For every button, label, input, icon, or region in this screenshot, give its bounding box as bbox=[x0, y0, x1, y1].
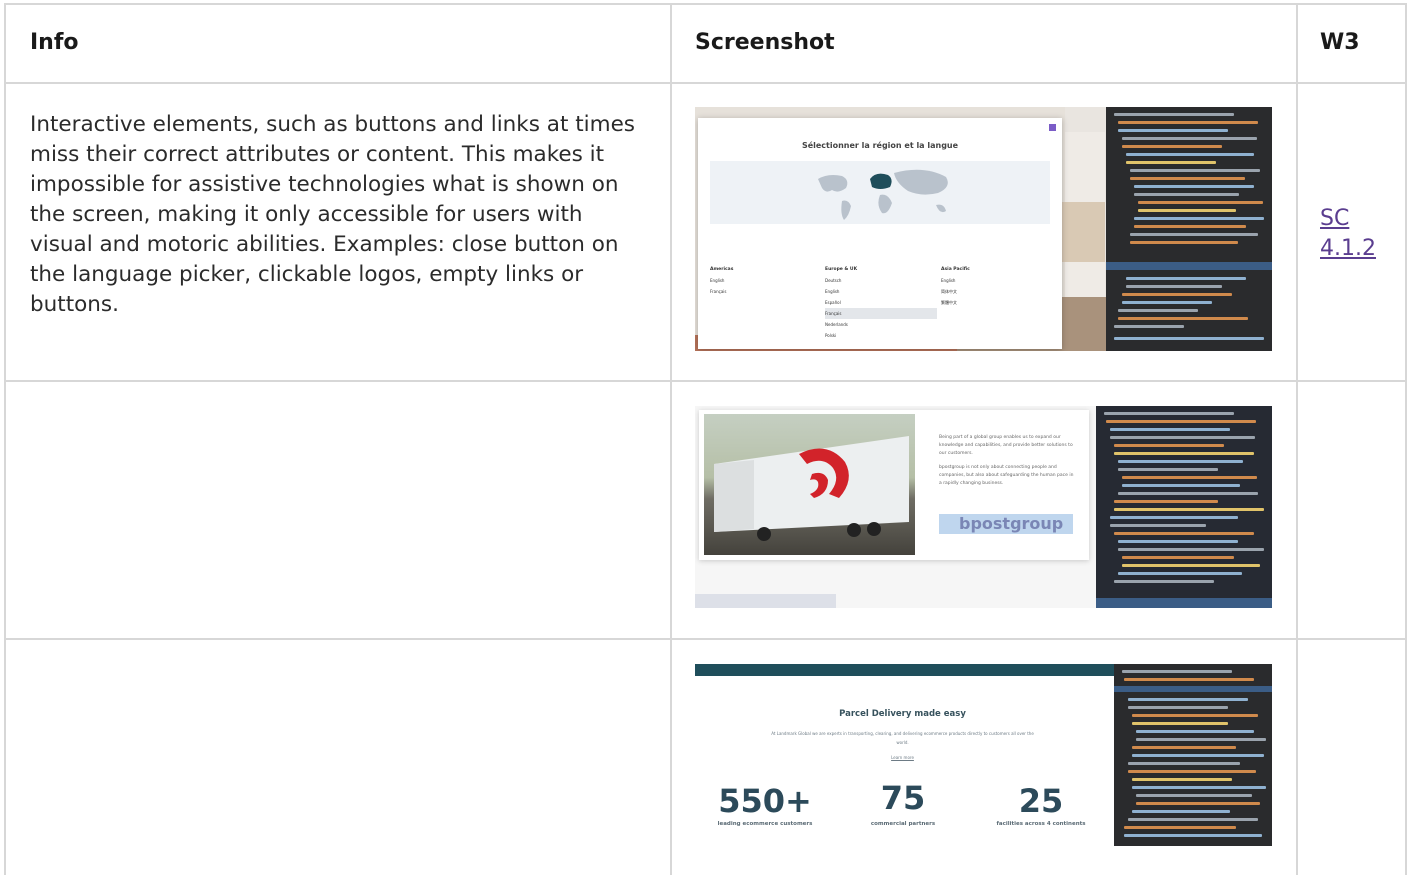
w3-sc-link[interactable]: SC 4.1.2 bbox=[1320, 204, 1390, 264]
language-option[interactable]: Français bbox=[710, 289, 727, 294]
language-option[interactable]: Polski bbox=[825, 333, 836, 338]
language-option[interactable]: English bbox=[825, 289, 839, 294]
table-border-left bbox=[4, 3, 6, 875]
page-footer-strip bbox=[695, 594, 836, 608]
card-paragraph: Being part of a global group enables us … bbox=[939, 435, 1073, 456]
language-option[interactable]: Nederlands bbox=[825, 322, 848, 327]
truck-photo bbox=[704, 414, 915, 555]
table-border-top bbox=[5, 3, 1406, 5]
page-header-bar bbox=[695, 664, 1115, 676]
header-info: Info bbox=[30, 30, 79, 55]
region-americas: Americas English Français bbox=[710, 263, 733, 297]
language-modal: Sélectionner la région et la langue Amer… bbox=[698, 118, 1062, 349]
accessibility-table: Info Screenshot W3 Interactive elements,… bbox=[0, 0, 1411, 875]
stat-label: facilities across 4 continents bbox=[996, 821, 1086, 827]
language-option[interactable]: Español bbox=[825, 300, 841, 305]
stat-value: 25 bbox=[1018, 782, 1064, 820]
header-w3: W3 bbox=[1320, 30, 1360, 55]
stat-label: commercial partners bbox=[870, 821, 936, 827]
table-border-right bbox=[1405, 3, 1407, 875]
content-card: Being part of a global group enables us … bbox=[699, 410, 1089, 560]
devtools-code-panel bbox=[1096, 406, 1272, 608]
table-border-col2 bbox=[670, 3, 672, 875]
language-option[interactable]: English bbox=[710, 278, 724, 283]
stat-partners: 75 commercial partners bbox=[833, 775, 973, 827]
stat-value: 75 bbox=[880, 779, 926, 817]
region-europe: Europe & UK Deutsch English Español Fran… bbox=[825, 263, 937, 341]
screenshot-language-picker: Sélectionner la région et la langue Amer… bbox=[695, 107, 1272, 351]
close-icon[interactable] bbox=[1049, 124, 1056, 131]
bpostgroup-logo-link[interactable]: bpostgroup bbox=[939, 514, 1073, 534]
section-subtitle: At Landmark Global we are experts in tra… bbox=[771, 731, 1034, 745]
devtools-code-panel bbox=[1114, 664, 1272, 846]
region-asia-pacific: Asia Pacific English 简体中文 繁體中文 bbox=[941, 263, 970, 308]
stat-value: 550+ bbox=[718, 782, 812, 820]
logo-text: bpostgroup bbox=[959, 514, 1064, 533]
page-photo bbox=[1060, 202, 1105, 262]
stat-label: leading ecommerce customers bbox=[717, 821, 813, 827]
screenshot-bpostgroup: Being part of a global group enables us … bbox=[695, 406, 1272, 608]
language-option[interactable]: 繁體中文 bbox=[941, 300, 957, 305]
region-heading: Asia Pacific bbox=[941, 267, 970, 272]
language-option[interactable]: Deutsch bbox=[825, 278, 841, 283]
card-text: Being part of a global group enables us … bbox=[939, 434, 1074, 488]
learn-more-link[interactable]: Learn more bbox=[695, 755, 1110, 760]
region-heading: Europe & UK bbox=[825, 267, 858, 272]
section-title: Parcel Delivery made easy bbox=[839, 709, 966, 719]
language-option[interactable]: English bbox=[941, 278, 955, 283]
region-heading: Americas bbox=[710, 267, 734, 272]
card-paragraph: bpostgroup is not only about connecting … bbox=[939, 465, 1074, 486]
screenshot-landmark-global: Parcel Delivery made easy At Landmark Gl… bbox=[695, 664, 1272, 846]
row-divider-2 bbox=[5, 638, 1406, 640]
row-divider-1 bbox=[5, 380, 1406, 382]
language-option[interactable]: 简体中文 bbox=[941, 289, 957, 294]
modal-title: Sélectionner la région et la langue bbox=[801, 141, 959, 150]
header-screenshot: Screenshot bbox=[695, 30, 835, 55]
world-map bbox=[710, 161, 1050, 224]
header-divider bbox=[5, 82, 1406, 84]
devtools-code-panel bbox=[1106, 107, 1272, 351]
table-border-col3 bbox=[1296, 3, 1298, 875]
stat-facilities: 25 facilities across 4 continents bbox=[971, 781, 1111, 827]
info-description: Interactive elements, such as buttons an… bbox=[30, 112, 636, 317]
language-option-highlighted[interactable]: Français bbox=[825, 308, 937, 319]
stat-customers: 550+ leading ecommerce customers bbox=[695, 781, 835, 827]
